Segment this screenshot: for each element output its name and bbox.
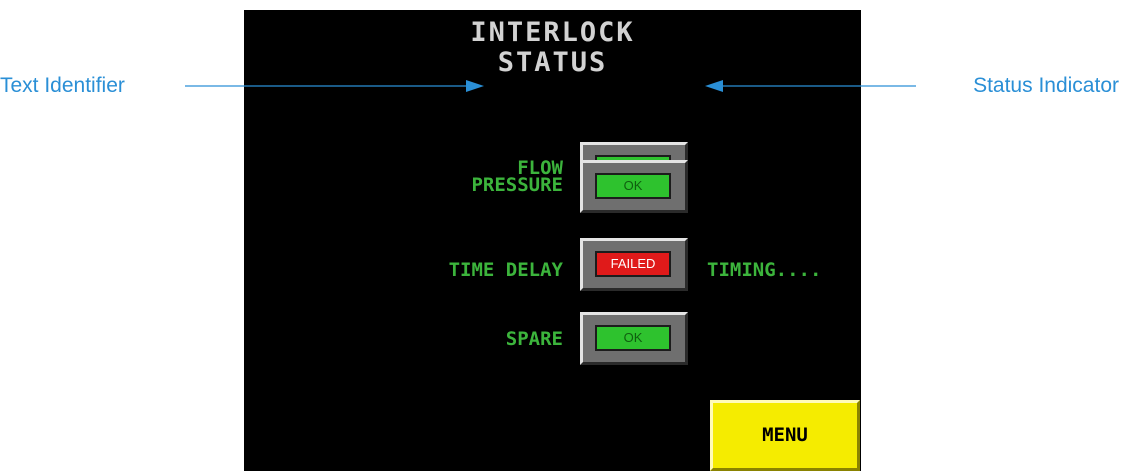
- callout-arrows: [185, 80, 916, 92]
- callout-arrowhead-right: [705, 80, 723, 92]
- callout-arrowhead-left: [466, 80, 484, 92]
